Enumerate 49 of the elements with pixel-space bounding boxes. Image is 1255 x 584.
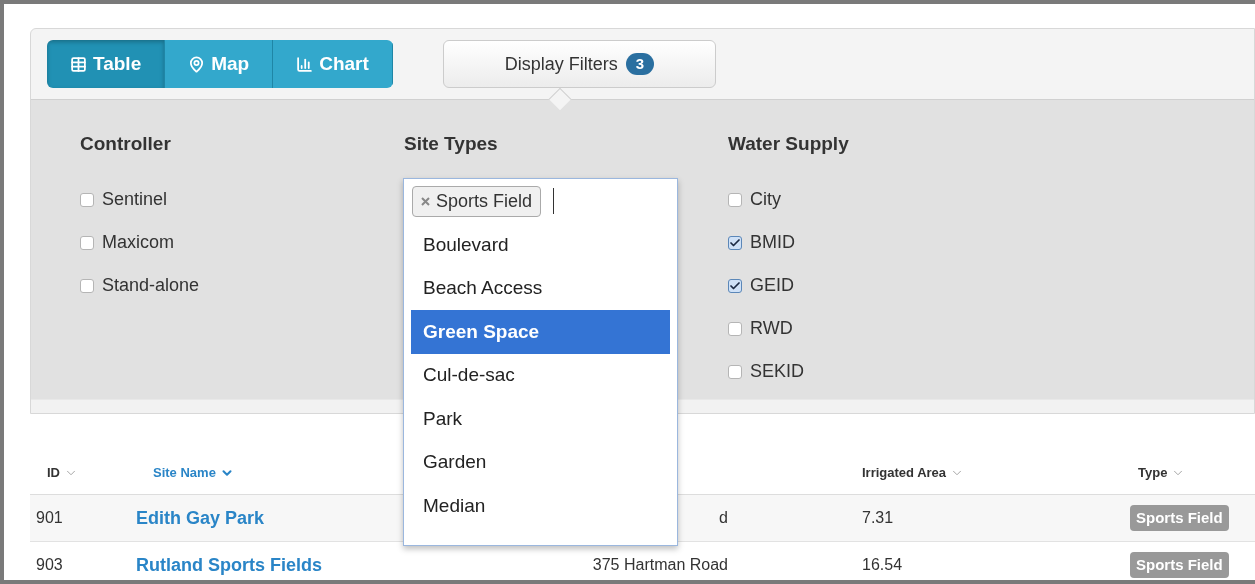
checkbox[interactable] [728, 364, 742, 379]
table-cell-text: 375 Hartman Road [592, 555, 728, 575]
filter-heading: Controller [80, 132, 172, 156]
column-header[interactable]: Site Name [153, 463, 216, 483]
dropdown-option[interactable]: Median [411, 484, 670, 528]
column-header[interactable]: ID [47, 463, 60, 483]
checkbox-label: GEID [750, 274, 794, 297]
map-pin-icon [188, 55, 206, 73]
dropdown-option[interactable]: Green Space [411, 310, 670, 354]
site-types-field[interactable]: Sports Field [404, 179, 677, 223]
checkbox-label: SEKID [750, 360, 805, 383]
type-label: Sports Field [1130, 551, 1229, 579]
checkbox[interactable] [728, 321, 742, 336]
text-cursor [553, 188, 555, 214]
type-label: Sports Field [1130, 504, 1229, 532]
checkbox[interactable] [80, 235, 94, 250]
checkbox[interactable] [728, 278, 742, 293]
checkbox[interactable] [728, 235, 742, 250]
site-name-link[interactable]: Rutland Sports Fields [136, 551, 436, 579]
column-header[interactable]: Irrigated Area [862, 463, 947, 483]
selected-tag[interactable]: Sports Field [412, 185, 542, 217]
checkbox-label: City [750, 188, 781, 211]
dropdown-option[interactable]: Boulevard [411, 223, 670, 267]
checkbox[interactable] [80, 192, 94, 207]
dropdown-option[interactable]: Park [411, 397, 670, 441]
column-header[interactable]: Type [1138, 463, 1168, 483]
dropdown-option[interactable]: Cul-de-sac [411, 353, 670, 397]
table-cell-text: 16.54 [862, 555, 904, 575]
checkbox-label: RWD [750, 317, 793, 340]
filter-heading: Water Supply [728, 132, 849, 156]
remove-icon[interactable] [421, 196, 430, 206]
checkbox-label: Sentinel [102, 188, 168, 211]
checkbox-label: BMID [750, 231, 795, 254]
filter-heading: Site Types [404, 132, 499, 156]
table-cell-text: d [719, 508, 728, 528]
display-filters-button[interactable]: Display Filters 3 [442, 40, 716, 88]
checkbox[interactable] [80, 278, 94, 293]
table-icon [70, 55, 87, 73]
table-cell-text: 903 [35, 555, 64, 575]
bar-chart-icon [296, 55, 314, 73]
table-cell-text: 901 [35, 508, 64, 528]
checkbox-label: Stand-alone [102, 274, 200, 297]
table-cell-text: 7.31 [862, 508, 895, 528]
count-badge: 3 [625, 53, 655, 75]
dropdown-option[interactable]: Garden [411, 440, 670, 484]
view-tab[interactable]: Table [47, 40, 166, 88]
dropdown-option[interactable]: Beach Access [411, 266, 670, 310]
checkbox[interactable] [728, 192, 742, 207]
checkbox-label: Maxicom [102, 231, 174, 254]
